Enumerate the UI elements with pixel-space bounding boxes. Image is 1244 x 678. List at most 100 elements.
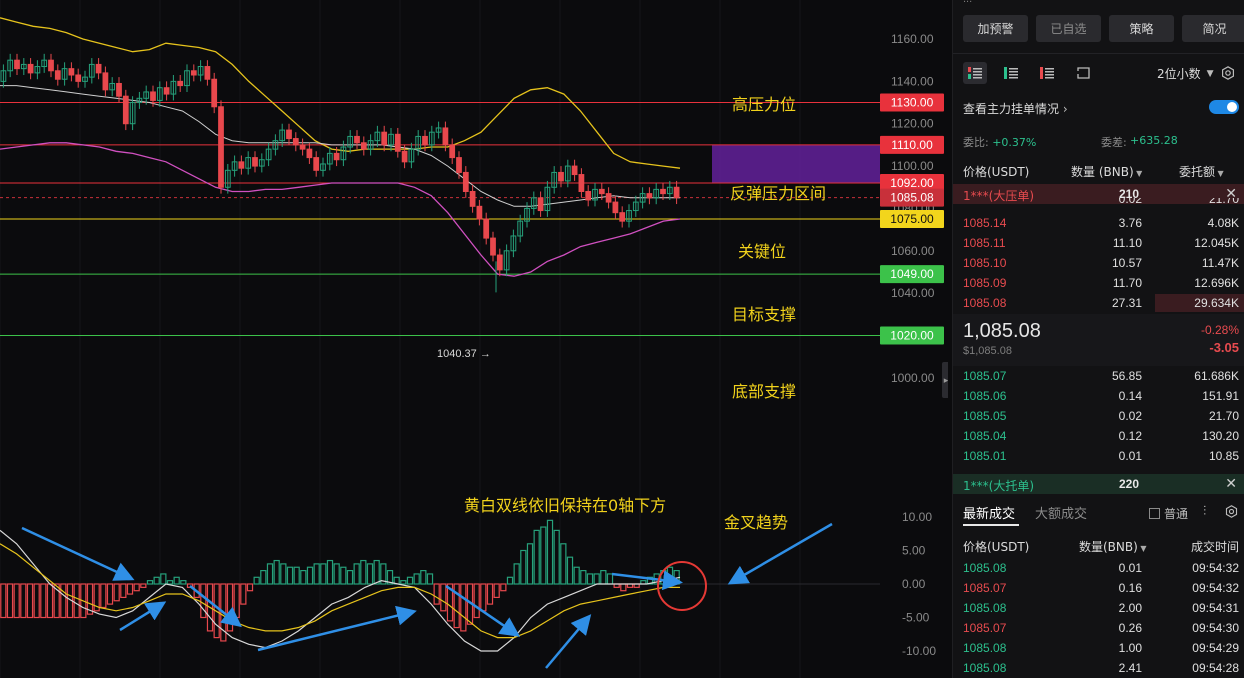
macd-bar	[500, 583, 507, 592]
macd-bar	[333, 563, 340, 585]
add-alert-button[interactable]: 加预警	[963, 15, 1028, 42]
normal-filter-checkbox[interactable]: 普通	[1149, 505, 1188, 522]
orderbook-bid-row[interactable]: 1085.01 0.01 10.85	[953, 446, 1244, 466]
macd-bar	[140, 583, 147, 588]
big-bid-qty: 220	[1119, 477, 1140, 491]
orderbook-bids-icon[interactable]	[999, 62, 1023, 84]
candle-body	[163, 87, 170, 95]
macd-bar	[593, 573, 600, 585]
candle-body	[558, 171, 564, 182]
orderbook-bid-row[interactable]: 1085.06 0.14 151.91	[953, 386, 1244, 406]
price-tag-label: 1092.00	[890, 176, 934, 190]
decimals-select[interactable]: 2位小数 ▼	[1157, 65, 1214, 82]
chart-area[interactable]: 1160.00 1140.00 1120.00 1100.00 1080.00 1060.…	[0, 0, 948, 678]
rebound-zone-box	[712, 144, 880, 184]
orderbook-asks-icon[interactable]	[1035, 62, 1059, 84]
main-orders-toggle[interactable]	[1209, 100, 1239, 114]
ask-qty: 27.31	[1111, 296, 1142, 310]
macd-bar	[253, 576, 260, 585]
boll-mid-line	[0, 85, 680, 207]
price-chart-svg[interactable]: 1160.001140.001120.001100.001080.001060.…	[0, 0, 948, 678]
ob-head-total[interactable]: 委托额 ▼	[1179, 163, 1224, 180]
trades-settings-icon[interactable]	[1225, 505, 1238, 518]
macd-bar	[526, 543, 534, 585]
main-orders-toggle-row[interactable]: 查看主力挂单情况 ›	[963, 100, 1239, 117]
orderbook-bid-row[interactable]: 1085.07 56.85 61.686K	[953, 366, 1244, 386]
trade-price: 1085.07	[963, 581, 1007, 595]
annotation-arrow	[119, 601, 167, 632]
orderbook-ask-row[interactable]: 1085.09 11.70 12.696K	[953, 273, 1244, 293]
candle-body	[469, 190, 476, 207]
price-axis-label: 1160.00	[891, 32, 934, 46]
fullscreen-icon[interactable]	[1071, 62, 1095, 84]
candle-body	[612, 201, 619, 214]
bid-price: 1085.01	[963, 449, 1007, 463]
macd-bar	[580, 569, 587, 585]
orderbook-both-icon[interactable]	[963, 62, 987, 84]
macd-bar	[326, 559, 334, 585]
orderbook-bid-row[interactable]: 1085.04 0.12 130.20	[953, 426, 1244, 446]
macd-bar	[233, 583, 240, 619]
action-buttons: 加预警 已自选 策略 简况	[963, 15, 1244, 42]
orderbook-ask-row[interactable]: 1085.14 3.76 4.08K	[953, 213, 1244, 233]
big-bid-order-row[interactable]: 1***(大托单) 220 ✕	[953, 474, 1244, 494]
macd-bar	[346, 569, 354, 585]
macd-bar	[60, 583, 67, 619]
macd-bar	[406, 576, 414, 585]
tab-large-trades[interactable]: 大额成交	[1035, 503, 1087, 522]
orderbook-ask-row[interactable]: 1085.08 27.31 29.634K	[953, 293, 1244, 313]
macd-bar	[433, 583, 440, 605]
trade-time: 09:54:28	[1192, 661, 1239, 675]
trades-head-qty[interactable]: 数量(BNB) ▼	[1079, 538, 1147, 555]
candle-body	[48, 59, 54, 72]
candle-body	[211, 78, 218, 108]
candle-body	[292, 138, 299, 146]
orderbook-bid-row[interactable]: 1085.05 0.02 21.70	[953, 406, 1244, 426]
change-percent: -0.28%	[1200, 323, 1239, 337]
macd-bar	[493, 583, 500, 598]
decimals-label: 2位小数	[1157, 67, 1201, 81]
strategy-button[interactable]: 策略	[1109, 15, 1174, 42]
price-axis-label: 1140.00	[891, 74, 934, 88]
diff-value: +635.28	[1130, 134, 1178, 147]
macd-bar	[20, 583, 27, 619]
candle-body	[313, 157, 320, 171]
settings-gear-icon[interactable]	[1221, 66, 1235, 80]
panel-collapse-handle[interactable]: ▸	[942, 362, 948, 398]
price-axis-label: 1100.00	[891, 159, 934, 173]
bid-qty: 0.12	[1118, 429, 1142, 443]
overview-button[interactable]: 简况	[1182, 15, 1244, 42]
candle-body	[585, 190, 592, 201]
price-tag: 1020.00	[880, 326, 944, 345]
annotation-arrow	[545, 614, 592, 669]
trade-qty: 0.26	[1118, 621, 1142, 635]
low-price-marker: 1040.37 →	[437, 348, 491, 360]
trades-head-time: 成交时间	[1191, 540, 1240, 554]
trade-qty: 0.16	[1118, 581, 1142, 595]
candle-body	[381, 131, 388, 146]
orderbook-ask-row-partial: 0.02 21.70	[953, 198, 1244, 210]
close-icon[interactable]: ✕	[1225, 475, 1237, 492]
macd-bar	[246, 583, 254, 592]
annotation-arrow	[727, 522, 833, 585]
filter-icon[interactable]: ⫶	[1203, 504, 1206, 519]
watchlist-button[interactable]: 已自选	[1036, 15, 1101, 42]
macd-bar	[106, 583, 114, 605]
ob-head-qty[interactable]: 数量 (BNB) ▼	[1071, 163, 1142, 180]
tab-latest-trades[interactable]: 最新成交	[963, 503, 1015, 522]
macd-bar	[293, 566, 300, 585]
price-axis-label: 1040.00	[891, 286, 935, 300]
orderbook-ask-row[interactable]: 1085.10 10.57 11.47K	[953, 253, 1244, 273]
trades-head-price: 价格(USDT)	[963, 540, 1030, 554]
macd-bar	[600, 569, 607, 585]
price-tag-label: 1110.00	[891, 138, 933, 152]
macd-bar	[360, 559, 367, 585]
orderbook-ask-row[interactable]: 1085.11 11.10 12.045K	[953, 233, 1244, 253]
change-absolute: -3.05	[1209, 340, 1239, 355]
macd-axis-label: 10.00	[902, 510, 932, 524]
ask-price: 1085.08	[963, 296, 1007, 310]
price-tag: 1130.00	[880, 93, 944, 112]
ask-qty: 10.57	[1111, 256, 1142, 270]
candle-body	[462, 171, 469, 192]
candle-body	[578, 174, 585, 192]
